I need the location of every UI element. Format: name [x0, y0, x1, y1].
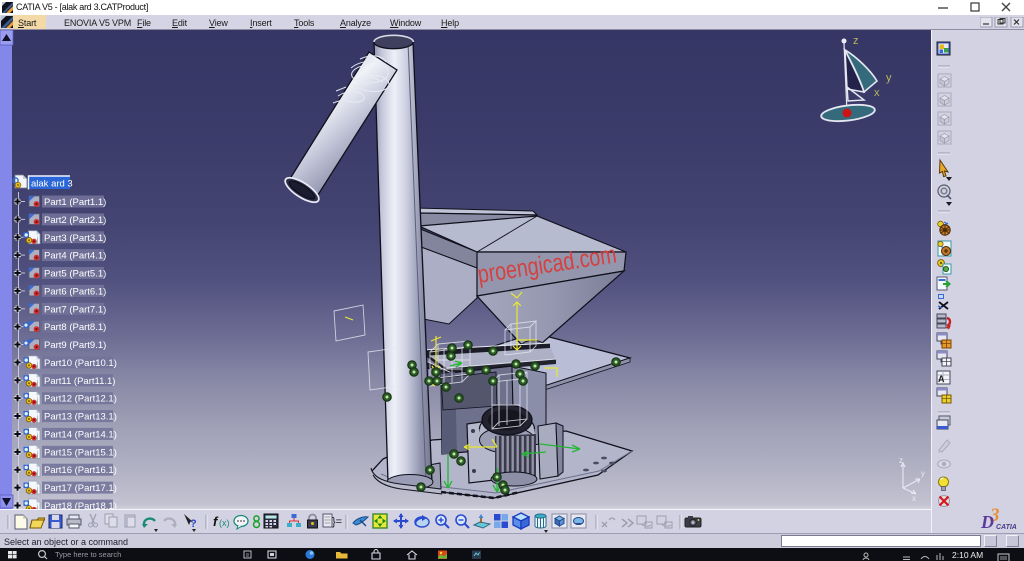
svg-text:Type here to search: Type here to search	[55, 550, 121, 559]
svg-text:D: D	[980, 512, 994, 532]
svg-text:Part9 (Part9.1): Part9 (Part9.1)	[44, 340, 106, 351]
svg-text:x: x	[874, 87, 880, 99]
svg-text:Part17 (Part17.1): Part17 (Part17.1)	[44, 483, 117, 494]
svg-text:Part8 (Part8.1): Part8 (Part8.1)	[44, 322, 106, 333]
svg-text:Part10 (Part10.1): Part10 (Part10.1)	[44, 358, 117, 369]
svg-text:Part14 (Part14.1): Part14 (Part14.1)	[44, 429, 117, 440]
svg-text:Part7 (Part7.1): Part7 (Part7.1)	[44, 304, 106, 315]
svg-text:2:10 AM: 2:10 AM	[952, 550, 983, 560]
svg-text:A: A	[938, 374, 945, 384]
svg-text:Part18 (Part18.1): Part18 (Part18.1)	[44, 501, 117, 509]
svg-text:x: x	[912, 494, 916, 503]
svg-text:z: z	[899, 456, 903, 465]
svg-text:Part12 (Part12.1): Part12 (Part12.1)	[44, 394, 117, 405]
svg-text:y: y	[921, 469, 925, 478]
svg-text:Part13 (Part13.1): Part13 (Part13.1)	[44, 412, 117, 423]
svg-text:}=: }=	[332, 516, 342, 528]
svg-text:Part5 (Part5.1): Part5 (Part5.1)	[44, 269, 106, 280]
svg-text:Part2 (Part2.1): Part2 (Part2.1)	[44, 215, 106, 226]
svg-text:y: y	[886, 72, 892, 84]
svg-text:alak ard 3: alak ard 3	[31, 179, 73, 190]
svg-text:?: ?	[190, 518, 197, 530]
svg-text:Part16 (Part16.1): Part16 (Part16.1)	[44, 465, 117, 476]
svg-text:Part15 (Part15.1): Part15 (Part15.1)	[44, 447, 117, 458]
svg-text:(x): (x)	[219, 518, 230, 528]
svg-text:Part3 (Part3.1): Part3 (Part3.1)	[44, 233, 106, 244]
svg-text:Part4 (Part4.1): Part4 (Part4.1)	[44, 251, 106, 262]
svg-text:CATIA: CATIA	[996, 524, 1017, 531]
svg-text:Part11 (Part11.1): Part11 (Part11.1)	[44, 376, 115, 387]
svg-text:z: z	[853, 35, 859, 47]
svg-text:Part1 (Part1.1): Part1 (Part1.1)	[44, 197, 106, 208]
svg-text:Part6 (Part6.1): Part6 (Part6.1)	[44, 286, 106, 297]
